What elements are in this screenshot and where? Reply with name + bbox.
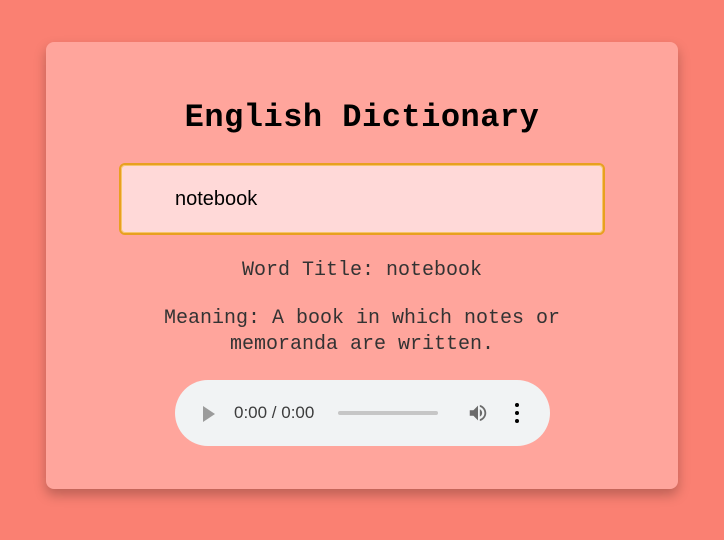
search-field[interactable]	[119, 163, 605, 235]
play-icon[interactable]	[203, 406, 215, 422]
dictionary-card: English Dictionary Word Title: notebook …	[46, 42, 678, 489]
volume-icon[interactable]	[467, 402, 489, 424]
page-title: English Dictionary	[184, 99, 540, 136]
audio-progress-bar[interactable]	[338, 411, 438, 415]
search-input[interactable]	[121, 165, 603, 233]
more-options-icon[interactable]	[513, 402, 521, 424]
audio-time: 0:00 / 0:00	[234, 403, 315, 422]
audio-player[interactable]: 0:00 / 0:00	[175, 380, 550, 446]
word-title-text: Word Title: notebook	[241, 259, 483, 282]
meaning-text: Meaning: A book in which notes or memora…	[163, 307, 561, 356]
